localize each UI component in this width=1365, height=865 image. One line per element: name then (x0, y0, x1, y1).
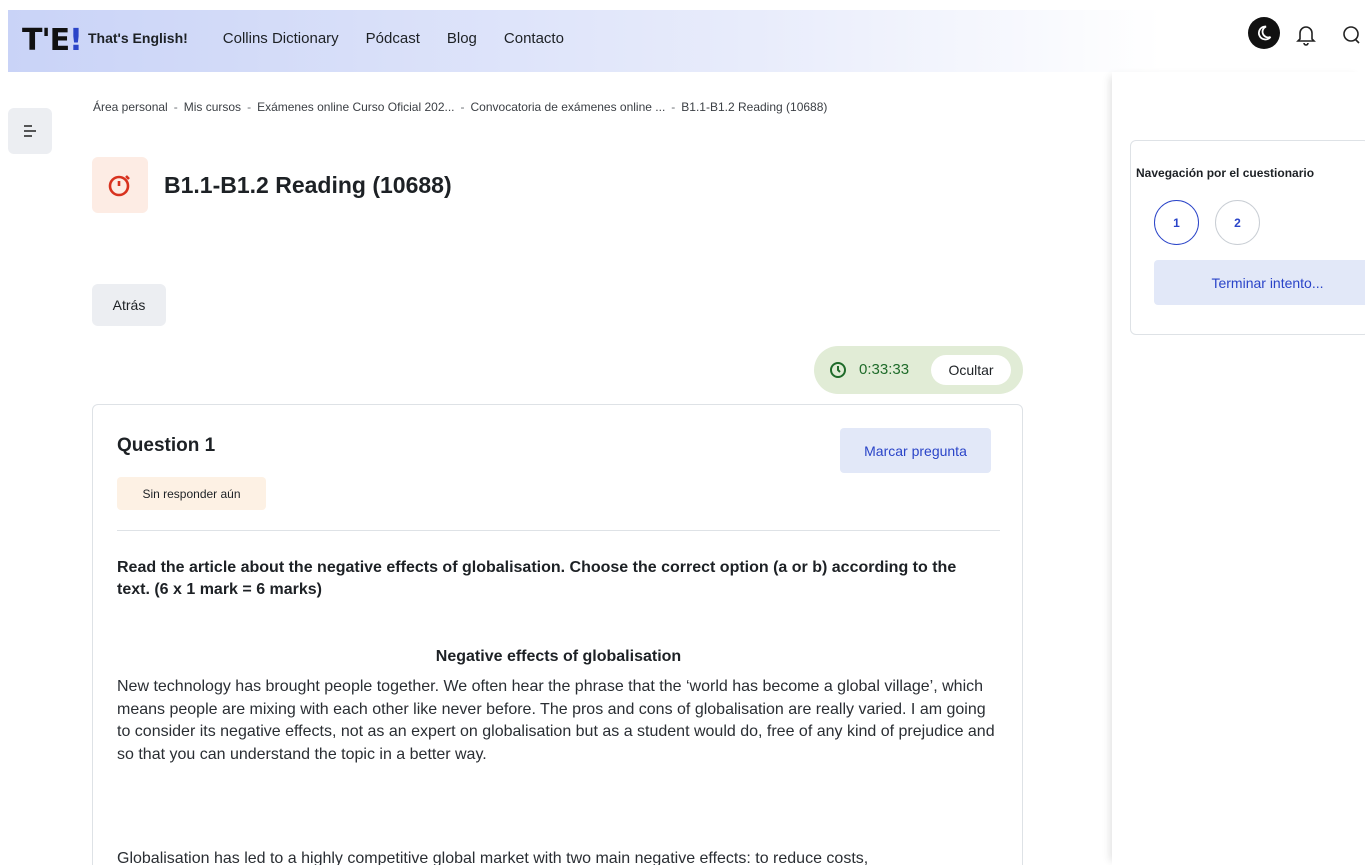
quiz-navigation-title: Navegación por el cuestionario (1136, 166, 1315, 180)
quiz-stopwatch-icon (92, 157, 148, 213)
breadcrumb-item[interactable]: Convocatoria de exámenes online ... (471, 100, 666, 114)
site-logo[interactable]: T'E! (22, 23, 83, 58)
messages-chat-icon[interactable] (1341, 24, 1363, 46)
back-button[interactable]: Atrás (92, 284, 166, 326)
article-title: Negative effects of globalisation (435, 648, 682, 665)
breadcrumb-item-current[interactable]: B1.1-B1.2 Reading (10688) (681, 100, 827, 114)
breadcrumb: Área personal - Mis cursos - Exámenes onli… (93, 100, 828, 114)
article-paragraph: New technology has brought people togeth… (117, 678, 995, 763)
menu-lines-icon (24, 125, 36, 137)
breadcrumb-item[interactable]: Mis cursos (184, 100, 241, 114)
nav-blog[interactable]: Blog (447, 30, 477, 47)
quiz-timer: 0:33:33 Ocultar (814, 346, 1023, 394)
article-paragraph: Globalisation has led to a highly compet… (117, 850, 869, 865)
nav-thats-english[interactable]: That's English! (88, 30, 188, 47)
question-instructions: Read the article about the negative effe… (117, 559, 957, 598)
page-title: B1.1-B1.2 Reading (10688) (164, 172, 452, 198)
hide-timer-button[interactable]: Ocultar (931, 355, 1011, 385)
finish-attempt-button[interactable]: Terminar intento... (1154, 260, 1365, 305)
nav-collins-dictionary[interactable]: Collins Dictionary (223, 30, 339, 47)
breadcrumb-item[interactable]: Exámenes online Curso Oficial 202... (257, 100, 454, 114)
right-drawer: Navegación por el cuestionario 1 2 Termi… (1112, 72, 1365, 865)
divider (117, 530, 1000, 531)
question-number: Question 1 (117, 435, 216, 456)
dark-mode-toggle-icon[interactable] (1248, 17, 1280, 49)
nav-contacto[interactable]: Contacto (504, 30, 564, 47)
top-navbar: T'E! That's English! Collins Dictionary … (8, 10, 1365, 72)
notifications-bell-icon[interactable] (1296, 24, 1316, 46)
quiz-nav-question-2[interactable]: 2 (1215, 200, 1260, 245)
question-card: Question 1 Sin responder aún Marcar preg… (92, 404, 1023, 865)
nav-podcast[interactable]: Pódcast (366, 30, 420, 47)
quiz-nav-question-1[interactable]: 1 (1154, 200, 1199, 245)
primary-nav: That's English! Collins Dictionary Pódca… (88, 30, 591, 47)
breadcrumb-item[interactable]: Área personal (93, 100, 168, 114)
timer-value: 0:33:33 (859, 361, 910, 378)
clock-icon (830, 362, 846, 378)
flag-question-button[interactable]: Marcar pregunta (840, 428, 991, 473)
question-state-badge: Sin responder aún (117, 477, 266, 510)
open-course-index-button[interactable] (8, 108, 52, 154)
